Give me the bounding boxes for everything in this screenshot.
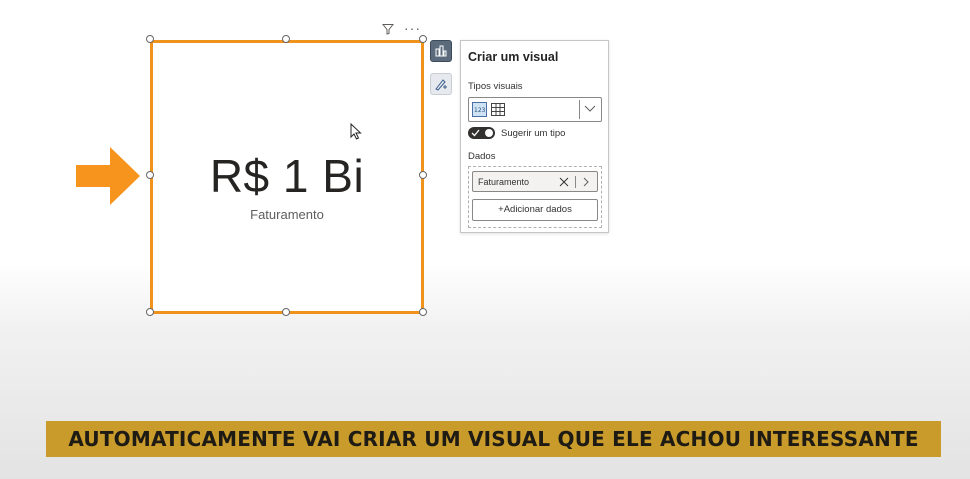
chevron-down-icon[interactable] [584, 105, 596, 113]
card-visual[interactable]: R$ 1 Bi Faturamento [150, 40, 424, 314]
close-icon[interactable] [559, 177, 569, 187]
arrow-right-icon [76, 147, 140, 205]
card-type-button[interactable]: 123 [472, 102, 487, 117]
visual-types-label: Tipos visuais [468, 81, 523, 92]
suggest-type-label: Sugerir um tipo [501, 128, 566, 139]
resize-handle-bottom-left[interactable] [146, 308, 154, 316]
svg-text:123: 123 [474, 107, 486, 114]
create-visual-panel: Criar um visual Tipos visuais 123 Sugeri… [460, 40, 609, 233]
data-well: Faturamento +Adicionar dados [468, 166, 602, 228]
filter-icon[interactable] [382, 23, 394, 35]
resize-handle-top[interactable] [282, 35, 290, 43]
resize-handle-left[interactable] [146, 171, 154, 179]
format-visual-icon [435, 79, 447, 91]
table-icon[interactable] [491, 103, 505, 116]
panel-title: Criar um visual [468, 50, 559, 64]
mouse-cursor-icon [350, 123, 362, 140]
check-icon [471, 129, 480, 137]
build-visual-icon [435, 45, 447, 57]
caption-banner: AUTOMATICAMENTE VAI CRIAR UM VISUAL QUE … [46, 421, 941, 457]
build-visual-button[interactable] [430, 40, 452, 62]
add-data-button[interactable]: +Adicionar dados [472, 199, 598, 221]
format-visual-button[interactable] [430, 73, 452, 95]
data-label: Dados [468, 151, 496, 162]
visual-type-selector[interactable]: 123 [468, 97, 602, 122]
card-value: R$ 1 Bi [209, 150, 365, 202]
resize-handle-top-right[interactable] [419, 35, 427, 43]
field-name: Faturamento [478, 177, 530, 187]
chevron-right-icon[interactable] [583, 177, 590, 187]
data-field-pill[interactable]: Faturamento [472, 171, 598, 192]
card-label: Faturamento [250, 207, 324, 222]
suggest-type-toggle[interactable] [468, 127, 495, 139]
more-options-icon[interactable]: ··· [404, 20, 421, 36]
resize-handle-top-left[interactable] [146, 35, 154, 43]
resize-handle-bottom[interactable] [282, 308, 290, 316]
resize-handle-bottom-right[interactable] [419, 308, 427, 316]
card-icon: 123 [474, 107, 486, 114]
caption-text: AUTOMATICAMENTE VAI CRIAR UM VISUAL QUE … [68, 427, 919, 451]
resize-handle-right[interactable] [419, 171, 427, 179]
